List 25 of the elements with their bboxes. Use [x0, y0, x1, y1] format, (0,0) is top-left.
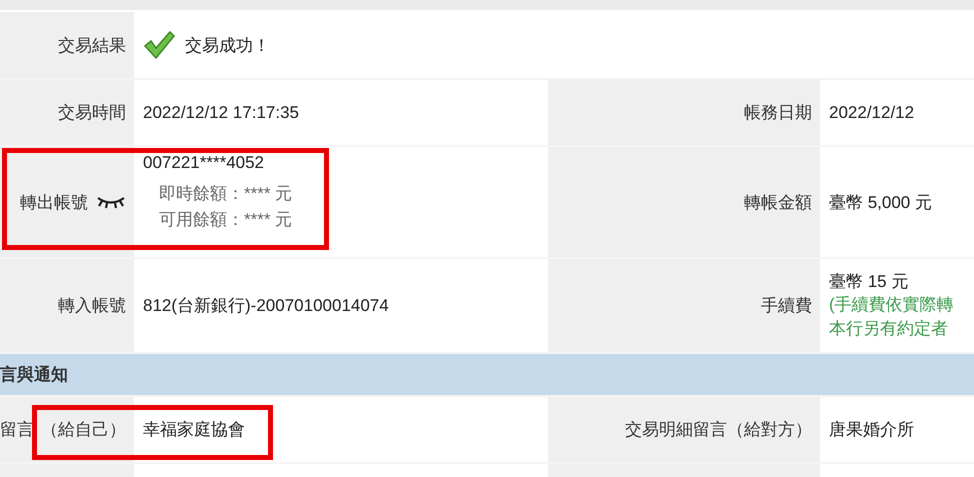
account-number: 007221****4052 — [143, 153, 264, 173]
field-label: 轉入帳號 — [0, 259, 134, 352]
section-title: 言與通知 — [0, 364, 68, 386]
field-value: 臺幣 5,000 元 — [820, 147, 974, 257]
fee-note: 本行另有約定者 — [829, 318, 948, 340]
field-value: 2022/12/12 17:17:35 — [134, 80, 548, 145]
field-value: 幸福家庭協會 — [134, 397, 548, 462]
field-label: 帳務日期 — [548, 80, 820, 145]
fee-amount: 臺幣 15 元 — [829, 271, 908, 293]
field-label: 轉帳金額 — [548, 147, 820, 257]
result-text: 交易成功！ — [185, 34, 270, 56]
field-label: 交易結果 — [0, 12, 134, 78]
balance-text: 可用餘額：**** 元 — [158, 209, 292, 231]
field-label: 交易明細留言（給對方） — [548, 397, 820, 462]
closed-eye-icon[interactable] — [96, 195, 126, 209]
field-label: 手續費 — [548, 259, 820, 352]
balance-text: 即時餘額：**** 元 — [158, 183, 292, 205]
field-label: 留言 — [0, 419, 34, 441]
field-value: 812(台新銀行)-20070100014074 — [134, 259, 548, 352]
field-value: 唐果婚介所 — [820, 397, 974, 462]
field-value: 2022/12/12 — [820, 80, 974, 145]
field-label: 交易時間 — [0, 80, 134, 145]
field-label: （給自己） — [41, 419, 126, 441]
fee-note: (手續費依實際轉 — [829, 294, 954, 316]
field-label: 轉出帳號 — [20, 192, 88, 214]
